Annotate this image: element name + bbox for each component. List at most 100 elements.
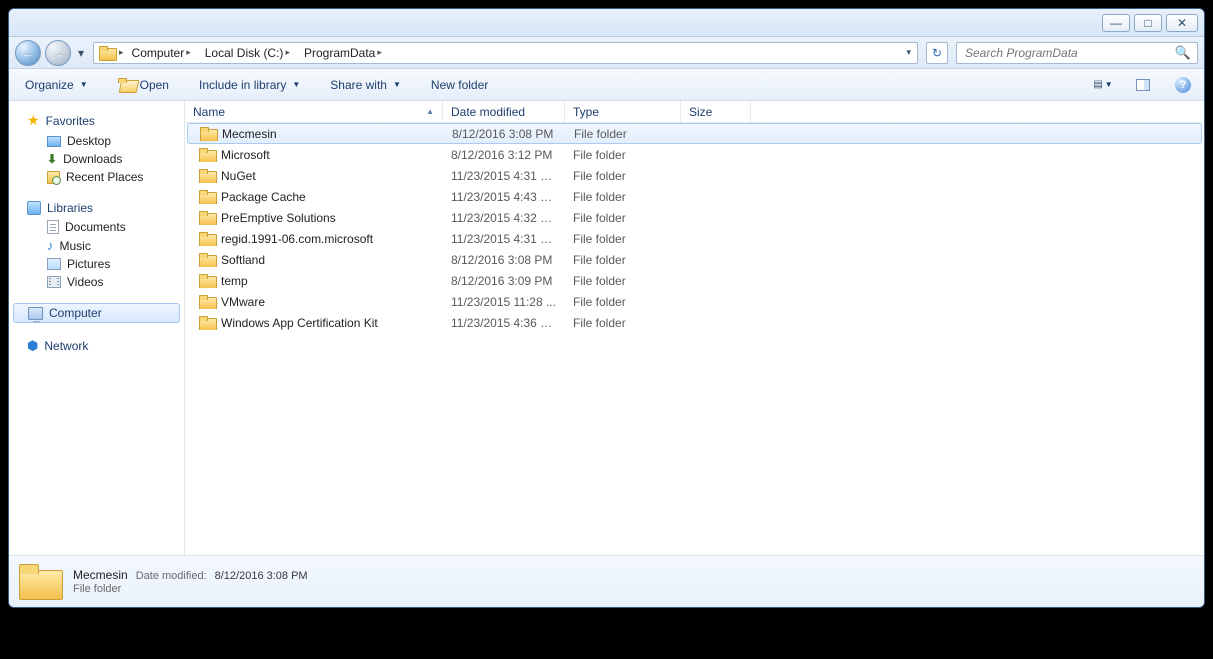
file-row[interactable]: temp8/12/2016 3:09 PMFile folder: [185, 270, 1204, 291]
nav-videos[interactable]: Videos: [9, 273, 184, 291]
folder-icon: [199, 253, 215, 267]
refresh-icon: ↻: [932, 46, 942, 60]
file-date: 8/12/2016 3:08 PM: [444, 127, 566, 141]
refresh-button[interactable]: ↻: [926, 42, 948, 64]
file-row[interactable]: Softland8/12/2016 3:08 PMFile folder: [185, 249, 1204, 270]
column-name[interactable]: Name ▲: [185, 101, 443, 122]
nav-item-label: Documents: [65, 220, 126, 234]
column-type[interactable]: Type: [565, 101, 681, 122]
folder-icon: [199, 190, 215, 204]
file-row[interactable]: Package Cache 11/23/2015 4:43 PMFile fold…: [185, 186, 1204, 207]
favorites-group[interactable]: ★Favorites: [9, 109, 184, 132]
nav-pictures[interactable]: Pictures: [9, 255, 184, 273]
file-row[interactable]: Windows App Certification Kit11/23/2015 …: [185, 312, 1204, 333]
computer-icon: [28, 307, 43, 320]
nav-desktop[interactable]: Desktop: [9, 132, 184, 150]
favorites-label: Favorites: [46, 114, 95, 128]
file-name: Mecmesin: [222, 127, 277, 141]
chevron-down-icon: ▼: [292, 80, 300, 89]
change-view-button[interactable]: ▤▼: [1092, 74, 1114, 96]
video-icon: [47, 276, 61, 288]
breadcrumb-computer[interactable]: Computer▸: [126, 43, 199, 63]
chevron-right-icon: ▸: [375, 47, 384, 58]
file-row[interactable]: Mecmesin8/12/2016 3:08 PMFile folder: [187, 123, 1202, 144]
close-button[interactable]: ✕: [1166, 14, 1198, 32]
file-row[interactable]: PreEmptive Solutions11/23/2015 4:32 PMFi…: [185, 207, 1204, 228]
file-date: 11/23/2015 4:43 PM: [443, 190, 565, 204]
breadcrumb-sep-icon: ▸: [117, 47, 126, 58]
file-date: 11/23/2015 4:31 PM: [443, 169, 565, 183]
address-dropdown[interactable]: ▾: [906, 47, 911, 58]
file-row[interactable]: Microsoft8/12/2016 3:12 PMFile folder: [185, 144, 1204, 165]
nav-music[interactable]: ♪Music: [9, 236, 184, 255]
preview-pane-button[interactable]: [1132, 74, 1154, 96]
organize-menu[interactable]: Organize▼: [19, 74, 94, 96]
column-headers: Name ▲ Date modified Type Size: [185, 101, 1204, 123]
computer-label: Computer: [49, 306, 102, 320]
open-folder-icon: [118, 78, 136, 92]
minimize-icon: —: [1110, 16, 1122, 30]
nav-item-label: Videos: [67, 275, 103, 289]
file-name: Package Cache: [221, 190, 306, 204]
file-name: NuGet: [221, 169, 256, 183]
computer-group[interactable]: Computer: [13, 303, 180, 323]
details-date-label: Date modified:: [136, 570, 207, 582]
folder-icon: [199, 274, 215, 288]
file-date: 11/23/2015 11:28 ...: [443, 295, 565, 309]
nav-documents[interactable]: Documents: [9, 218, 184, 236]
nav-downloads[interactable]: ⬇Downloads: [9, 150, 184, 168]
file-date: 8/12/2016 3:12 PM: [443, 148, 565, 162]
network-label: Network: [44, 339, 88, 353]
search-input[interactable]: [963, 45, 1175, 61]
nav-recent-places[interactable]: Recent Places: [9, 168, 184, 186]
search-icon: 🔍: [1175, 45, 1191, 61]
back-button[interactable]: ←: [15, 40, 41, 66]
help-button[interactable]: ?: [1172, 74, 1194, 96]
address-bar: ← → ▾ ▸ Computer▸ Local Disk (C:)▸ Progr…: [9, 37, 1204, 69]
column-date-modified[interactable]: Date modified: [443, 101, 565, 122]
picture-icon: [47, 258, 61, 270]
open-button[interactable]: Open: [112, 74, 175, 96]
breadcrumb-local-disk[interactable]: Local Disk (C:)▸: [199, 43, 298, 63]
history-dropdown[interactable]: ▾: [75, 46, 87, 60]
breadcrumb-label: ProgramData: [304, 46, 375, 60]
include-in-library-menu[interactable]: Include in library▼: [193, 74, 306, 96]
folder-icon: [199, 295, 215, 309]
libraries-group[interactable]: Libraries: [9, 198, 184, 218]
column-size[interactable]: Size: [681, 101, 751, 122]
file-type: File folder: [565, 190, 681, 204]
explorer-window: — □ ✕ ← → ▾ ▸ Computer▸ Local Disk (C:)▸…: [8, 8, 1205, 608]
new-folder-button[interactable]: New folder: [425, 74, 494, 96]
column-label: Type: [573, 105, 599, 119]
recent-icon: [47, 171, 60, 184]
file-name: Softland: [221, 253, 265, 267]
maximize-button[interactable]: □: [1134, 14, 1162, 32]
share-with-menu[interactable]: Share with▼: [324, 74, 407, 96]
folder-icon: [200, 127, 216, 141]
network-group[interactable]: ⬢Network: [9, 335, 184, 357]
breadcrumb[interactable]: ▸ Computer▸ Local Disk (C:)▸ ProgramData…: [93, 42, 918, 64]
file-row[interactable]: regid.1991-06.com.microsoft11/23/2015 4:…: [185, 228, 1204, 249]
column-label: Size: [689, 105, 712, 119]
music-icon: ♪: [47, 238, 54, 253]
sort-ascending-icon: ▲: [426, 107, 434, 116]
folder-icon: [199, 316, 215, 330]
forward-button[interactable]: →: [45, 40, 71, 66]
organize-label: Organize: [25, 78, 74, 92]
minimize-button[interactable]: —: [1102, 14, 1130, 32]
nav-item-label: Recent Places: [66, 170, 143, 184]
breadcrumb-programdata[interactable]: ProgramData▸: [298, 43, 390, 63]
search-box[interactable]: 🔍: [956, 42, 1198, 64]
file-row[interactable]: VMware11/23/2015 11:28 ...File folder: [185, 291, 1204, 312]
file-row[interactable]: NuGet11/23/2015 4:31 PMFile folder: [185, 165, 1204, 186]
nav-item-label: Downloads: [63, 152, 122, 166]
arrow-left-icon: ←: [22, 46, 34, 60]
nav-item-label: Pictures: [67, 257, 110, 271]
chevron-down-icon: ▼: [1105, 80, 1113, 89]
details-date-value: 8/12/2016 3:08 PM: [215, 570, 308, 582]
column-label: Name: [193, 105, 225, 119]
file-type: File folder: [565, 295, 681, 309]
location-folder-icon: [99, 46, 115, 60]
chevron-right-icon: ▸: [283, 47, 292, 58]
libraries-icon: [27, 201, 41, 215]
